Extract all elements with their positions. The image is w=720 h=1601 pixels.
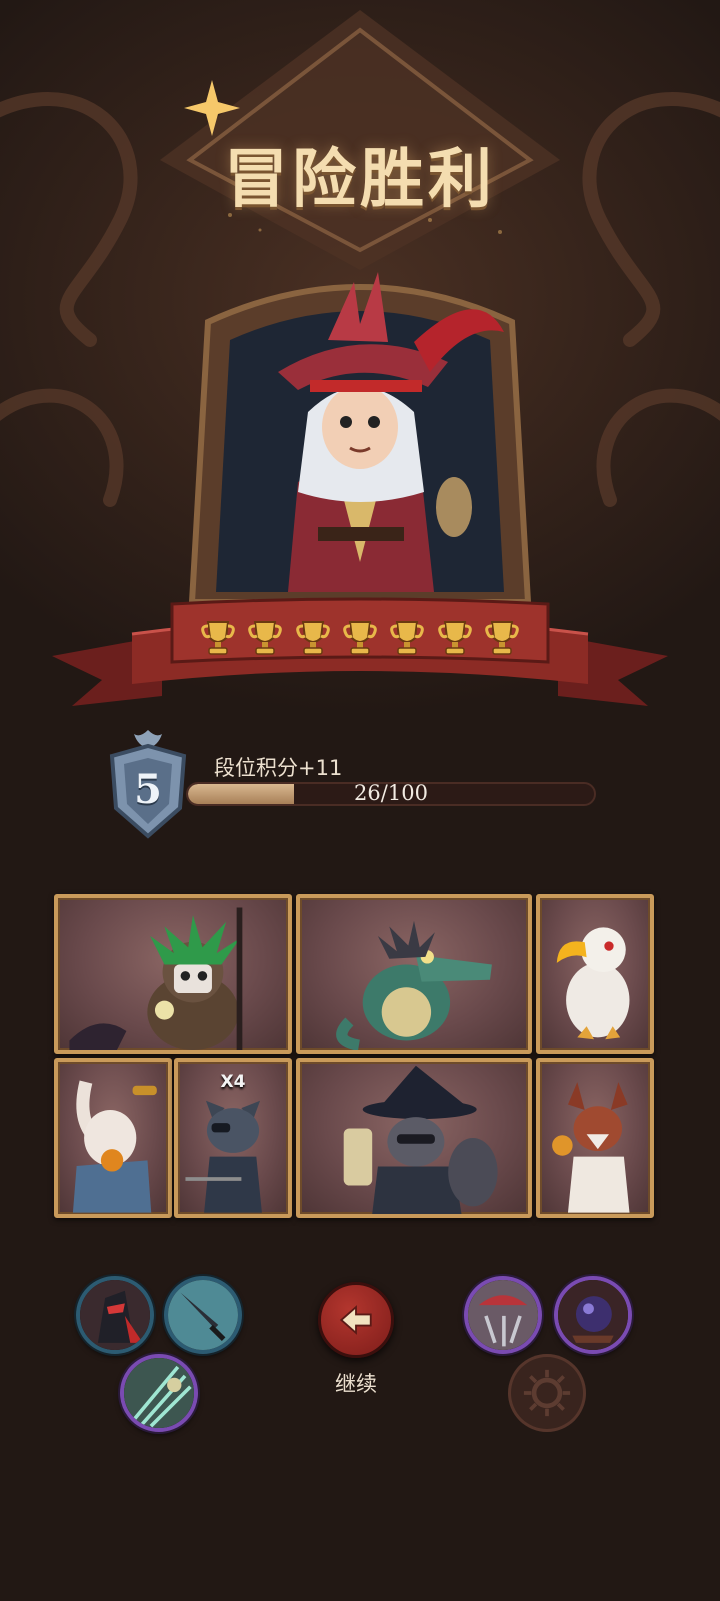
roster-card-owl[interactable]: [54, 894, 292, 1054]
pirate-captain-portrait: [188, 272, 532, 605]
page-title: 冒险胜利: [224, 143, 496, 217]
purple-orb-relic-icon: [558, 1280, 628, 1350]
dark-knight-relic-icon: [80, 1280, 150, 1350]
relic-slot[interactable]: [164, 1276, 242, 1354]
trophy-icon: [485, 621, 519, 655]
roster-card-crocodile[interactable]: [296, 894, 532, 1054]
arrow-left-icon: [339, 1305, 372, 1335]
trophy-icon: [343, 621, 377, 655]
dagger-relic-icon: [168, 1280, 238, 1350]
trophy-icon: [248, 621, 283, 655]
raccoon-wizard-portrait: [343, 1065, 498, 1214]
disabled-action-button: [508, 1354, 586, 1432]
roster-card-toucan[interactable]: [536, 894, 654, 1054]
rank-progress-text: 26/100: [354, 781, 428, 805]
crocodile-warrior-portrait: [336, 920, 492, 1050]
victory-screen: 冒险胜利 5 段位积分+11 26/100 X4 继续: [0, 0, 720, 1601]
roster-card-fox[interactable]: [536, 1058, 654, 1218]
continue-label[interactable]: 继续: [300, 1368, 412, 1398]
trophy-icon: [295, 621, 330, 655]
claw-slash-relic-icon: [124, 1358, 194, 1428]
trophy-icon: [390, 621, 425, 655]
trophy-icon: [437, 621, 472, 655]
rank-points-label: 段位积分+11: [214, 756, 343, 780]
relic-slot[interactable]: [120, 1354, 198, 1432]
witch-doctor-owl-portrait: [69, 907, 243, 1050]
relic-slot[interactable]: [554, 1276, 632, 1354]
roster-card-raccoon[interactable]: [296, 1058, 532, 1218]
roster-card-rabbit[interactable]: [54, 1058, 172, 1218]
relic-slot[interactable]: [464, 1276, 542, 1354]
red-fox-portrait: [552, 1082, 630, 1213]
scarecrow-rabbit-portrait: [72, 1080, 157, 1213]
trophy-icon: [201, 621, 235, 655]
red-cap-relic-icon: [468, 1280, 538, 1350]
white-toucan-portrait: [556, 927, 630, 1040]
gear-icon: [523, 1369, 571, 1417]
trophy-row: [200, 618, 520, 658]
stack-count-badge: X4: [220, 1072, 246, 1092]
rank-tier: 5: [134, 766, 162, 813]
continue-button[interactable]: [318, 1282, 394, 1358]
relic-slot[interactable]: [76, 1276, 154, 1354]
roster-card-cat[interactable]: X4: [174, 1058, 292, 1218]
title-plaque: 冒险胜利: [160, 40, 560, 240]
